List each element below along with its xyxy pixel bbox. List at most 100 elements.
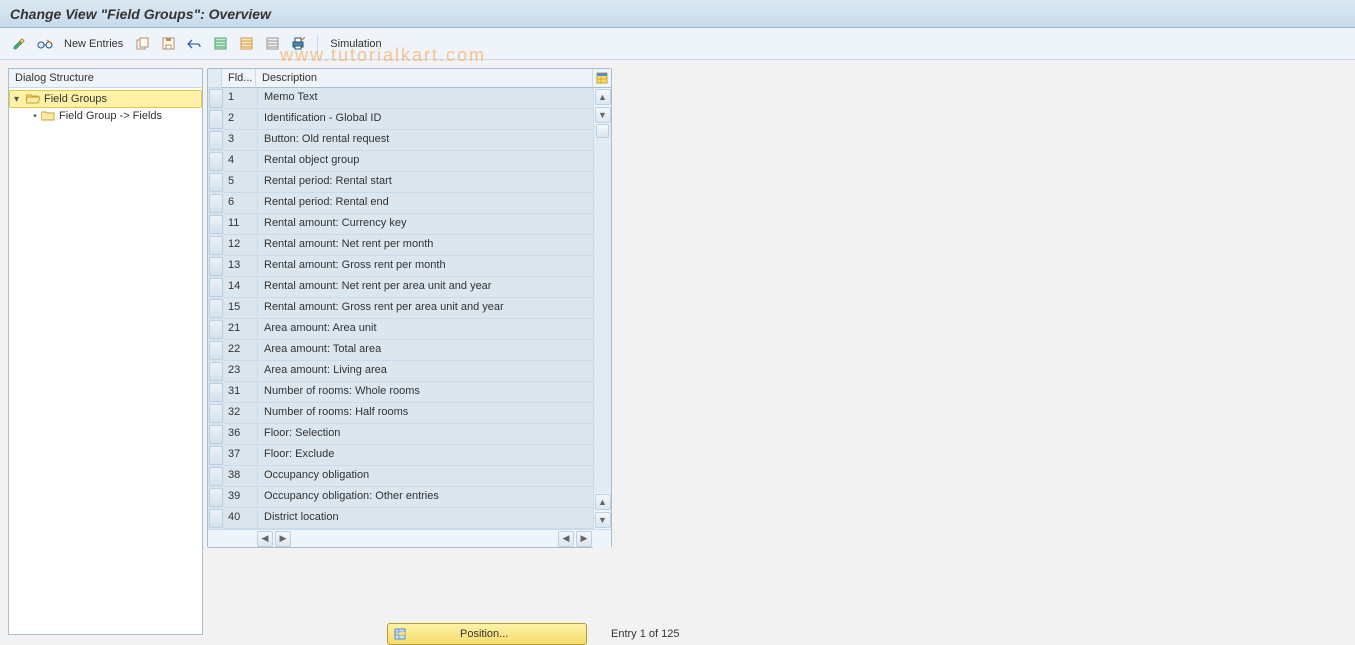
row-grip[interactable]	[209, 299, 223, 318]
table-row[interactable]: 22Area amount: Total area	[208, 340, 593, 361]
scroll-left-icon[interactable]: ◀	[257, 531, 273, 547]
cell-description[interactable]: Occupancy obligation	[258, 466, 593, 487]
copy-icon[interactable]	[131, 33, 153, 55]
toggle-edit-icon[interactable]	[8, 33, 30, 55]
cell-description[interactable]: Area amount: Living area	[258, 361, 593, 382]
tree-collapse-icon[interactable]: ▾	[14, 94, 24, 105]
row-grip[interactable]	[209, 446, 223, 465]
cell-fld[interactable]: 38	[224, 466, 258, 487]
table-row[interactable]: 15Rental amount: Gross rent per area uni…	[208, 298, 593, 319]
cell-fld[interactable]: 23	[224, 361, 258, 382]
cell-fld[interactable]: 14	[224, 277, 258, 298]
horizontal-scrollbar[interactable]: ◀ ▶ ◀ ▶	[208, 529, 611, 547]
row-grip[interactable]	[209, 425, 223, 444]
row-grip[interactable]	[209, 509, 223, 528]
cell-description[interactable]: Rental amount: Net rent per month	[258, 235, 593, 256]
row-grip[interactable]	[209, 173, 223, 192]
row-grip[interactable]	[209, 320, 223, 339]
column-header-fld[interactable]: Fld...	[222, 69, 256, 88]
row-grip[interactable]	[209, 194, 223, 213]
row-grip[interactable]	[209, 404, 223, 423]
cell-fld[interactable]: 3	[224, 130, 258, 151]
table-row[interactable]: 12Rental amount: Net rent per month	[208, 235, 593, 256]
table-row[interactable]: 37Floor: Exclude	[208, 445, 593, 466]
row-grip[interactable]	[209, 257, 223, 276]
row-grip[interactable]	[209, 488, 223, 507]
row-grip[interactable]	[209, 152, 223, 171]
cell-fld[interactable]: 15	[224, 298, 258, 319]
print-icon[interactable]	[287, 33, 309, 55]
cell-description[interactable]: Button: Old rental request	[258, 130, 593, 151]
cell-description[interactable]: Rental amount: Currency key	[258, 214, 593, 235]
cell-fld[interactable]: 21	[224, 319, 258, 340]
table-row[interactable]: 6Rental period: Rental end	[208, 193, 593, 214]
cell-description[interactable]: Rental amount: Net rent per area unit an…	[258, 277, 593, 298]
table-row[interactable]: 40District location	[208, 508, 593, 529]
undo-icon[interactable]	[183, 33, 205, 55]
row-grip[interactable]	[209, 383, 223, 402]
cell-description[interactable]: Rental period: Rental start	[258, 172, 593, 193]
table-row[interactable]: 13Rental amount: Gross rent per month	[208, 256, 593, 277]
cell-fld[interactable]: 13	[224, 256, 258, 277]
row-grip[interactable]	[209, 215, 223, 234]
row-grip[interactable]	[209, 278, 223, 297]
cell-fld[interactable]: 1	[224, 88, 258, 109]
cell-description[interactable]: Number of rooms: Whole rooms	[258, 382, 593, 403]
scroll-page-up-icon[interactable]: ▲	[595, 494, 611, 510]
cell-fld[interactable]: 11	[224, 214, 258, 235]
tree-item-field-group-fields[interactable]: • Field Group -> Fields	[9, 108, 202, 124]
tree-item-field-groups[interactable]: ▾ Field Groups	[9, 90, 202, 108]
table-row[interactable]: 11Rental amount: Currency key	[208, 214, 593, 235]
table-row[interactable]: 31Number of rooms: Whole rooms	[208, 382, 593, 403]
cell-fld[interactable]: 36	[224, 424, 258, 445]
scroll-page-down-icon[interactable]: ▼	[595, 512, 611, 528]
cell-description[interactable]: Memo Text	[258, 88, 593, 109]
row-grip[interactable]	[209, 110, 223, 129]
new-entries-button[interactable]: New Entries	[60, 38, 127, 50]
cell-fld[interactable]: 2	[224, 109, 258, 130]
table-row[interactable]: 14Rental amount: Net rent per area unit …	[208, 277, 593, 298]
cell-fld[interactable]: 4	[224, 151, 258, 172]
scroll-down-icon[interactable]: ▼	[595, 107, 611, 123]
cell-description[interactable]: Floor: Selection	[258, 424, 593, 445]
cell-description[interactable]: Rental object group	[258, 151, 593, 172]
table-row[interactable]: 1Memo Text	[208, 88, 593, 109]
row-grip[interactable]	[209, 89, 223, 108]
cell-fld[interactable]: 12	[224, 235, 258, 256]
column-header-description[interactable]: Description	[256, 69, 593, 88]
cell-description[interactable]: Floor: Exclude	[258, 445, 593, 466]
cell-fld[interactable]: 22	[224, 340, 258, 361]
select-block-icon[interactable]	[235, 33, 257, 55]
cell-description[interactable]: Identification - Global ID	[258, 109, 593, 130]
cell-description[interactable]: Number of rooms: Half rooms	[258, 403, 593, 424]
table-row[interactable]: 38Occupancy obligation	[208, 466, 593, 487]
cell-description[interactable]: Rental amount: Gross rent per area unit …	[258, 298, 593, 319]
cell-fld[interactable]: 31	[224, 382, 258, 403]
table-row[interactable]: 3Button: Old rental request	[208, 130, 593, 151]
simulation-button[interactable]: Simulation	[326, 38, 385, 50]
cell-fld[interactable]: 37	[224, 445, 258, 466]
cell-description[interactable]: Rental period: Rental end	[258, 193, 593, 214]
table-row[interactable]: 32Number of rooms: Half rooms	[208, 403, 593, 424]
cell-description[interactable]: Occupancy obligation: Other entries	[258, 487, 593, 508]
table-row[interactable]: 4Rental object group	[208, 151, 593, 172]
scroll-track[interactable]	[594, 124, 611, 493]
position-button[interactable]: Position...	[387, 623, 587, 645]
table-row[interactable]: 23Area amount: Living area	[208, 361, 593, 382]
save-variant-icon[interactable]	[157, 33, 179, 55]
cell-description[interactable]: Area amount: Total area	[258, 340, 593, 361]
cell-fld[interactable]: 32	[224, 403, 258, 424]
cell-fld[interactable]: 40	[224, 508, 258, 529]
select-all-icon[interactable]	[209, 33, 231, 55]
table-row[interactable]: 36Floor: Selection	[208, 424, 593, 445]
cell-fld[interactable]: 6	[224, 193, 258, 214]
cell-description[interactable]: Area amount: Area unit	[258, 319, 593, 340]
scroll-up-icon[interactable]: ▲	[595, 89, 611, 105]
cell-description[interactable]: District location	[258, 508, 593, 529]
row-grip[interactable]	[209, 362, 223, 381]
row-grip[interactable]	[209, 467, 223, 486]
table-settings-button[interactable]	[593, 69, 611, 88]
row-grip[interactable]	[209, 131, 223, 150]
scroll-right-end-icon[interactable]: ▶	[576, 531, 592, 547]
cell-fld[interactable]: 5	[224, 172, 258, 193]
